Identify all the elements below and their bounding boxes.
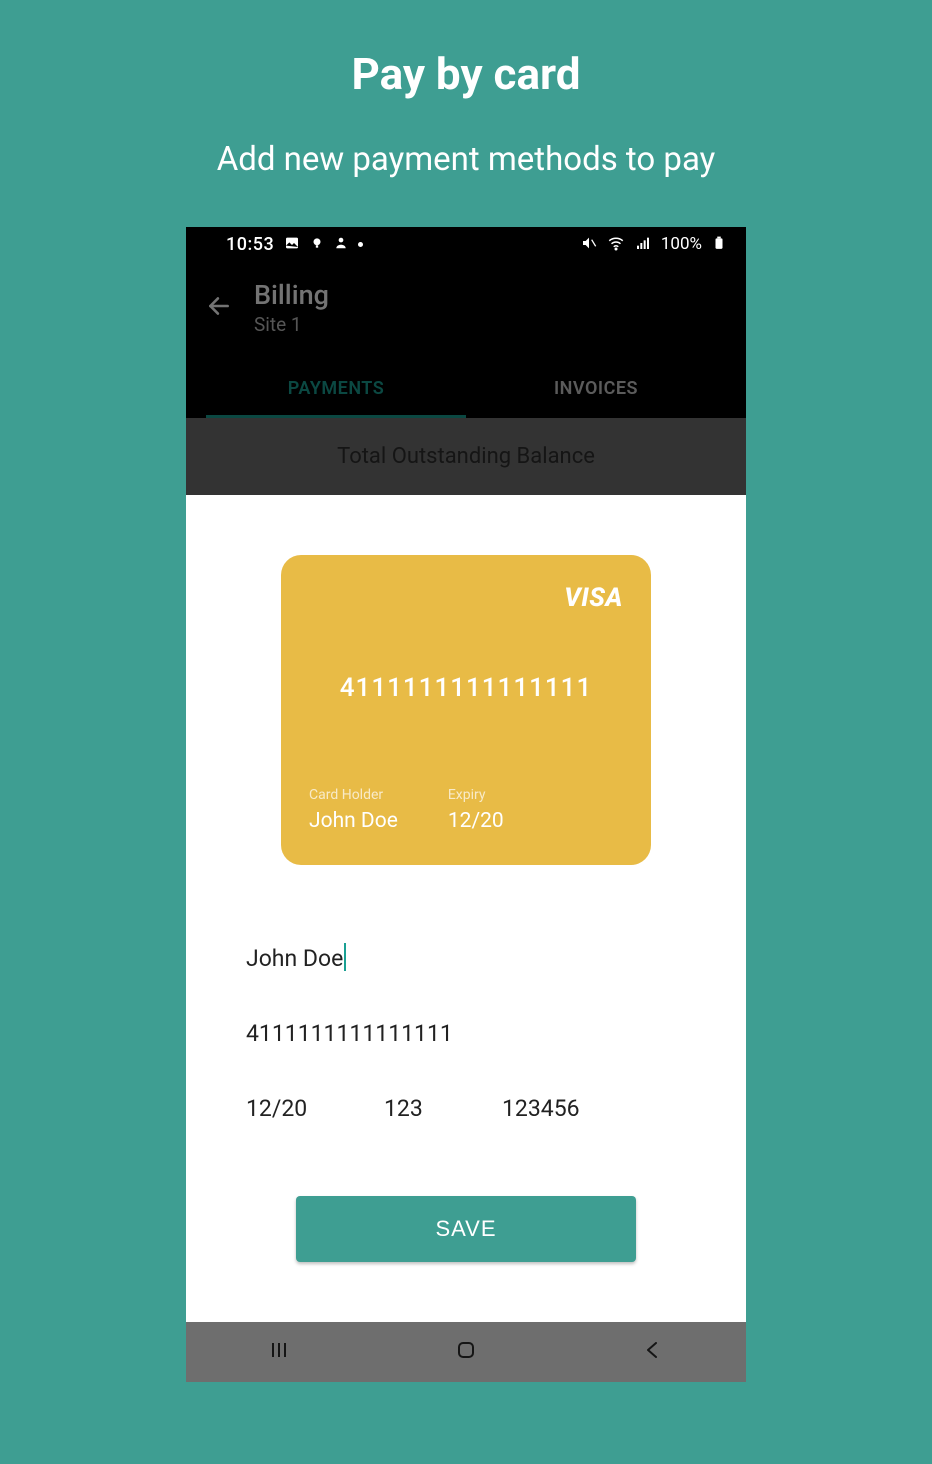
android-nav-bar [186,1322,746,1382]
battery-icon [712,234,726,255]
promo-title: Pay by card [0,0,932,100]
notification-dot-icon [358,242,363,247]
back-icon[interactable] [641,1338,665,1366]
home-icon[interactable] [454,1338,478,1366]
card-expiry-display: 12/20 [448,809,504,833]
promo-subtitle: Add new payment methods to pay [0,140,932,179]
add-card-sheet: VISA 4111111111111111 Card Holder John D… [186,555,746,1382]
card-number-display: 4111111111111111 [281,673,651,703]
status-bar: 10:53 100% [186,227,746,261]
bulb-icon [310,236,324,253]
expiry-input[interactable]: 12/20 [246,1087,336,1130]
zip-input[interactable]: 123456 [502,1087,612,1130]
card-brand-icon: VISA [564,583,623,613]
card-expiry-label: Expiry [448,787,504,803]
signal-icon [635,235,651,254]
save-button[interactable]: SAVE [296,1196,636,1262]
card-holder-input[interactable]: John Doe [246,935,346,980]
person-icon [334,236,348,253]
recents-icon[interactable] [267,1338,291,1366]
wifi-icon [607,234,625,255]
credit-card-preview: VISA 4111111111111111 Card Holder John D… [281,555,651,865]
modal-backdrop [186,261,746,495]
card-number-input[interactable]: 4111111111111111 [246,1012,686,1055]
cvv-input[interactable]: 123 [384,1087,454,1130]
mute-icon [581,235,597,254]
battery-percentage: 100% [661,234,702,254]
card-holder-display: John Doe [309,809,398,833]
image-icon [284,235,300,254]
card-holder-label: Card Holder [309,787,398,803]
text-cursor-icon [344,943,346,971]
status-time: 10:53 [226,234,274,255]
phone-frame: 10:53 100% [186,227,746,1382]
card-holder-value: John Doe [246,945,343,972]
